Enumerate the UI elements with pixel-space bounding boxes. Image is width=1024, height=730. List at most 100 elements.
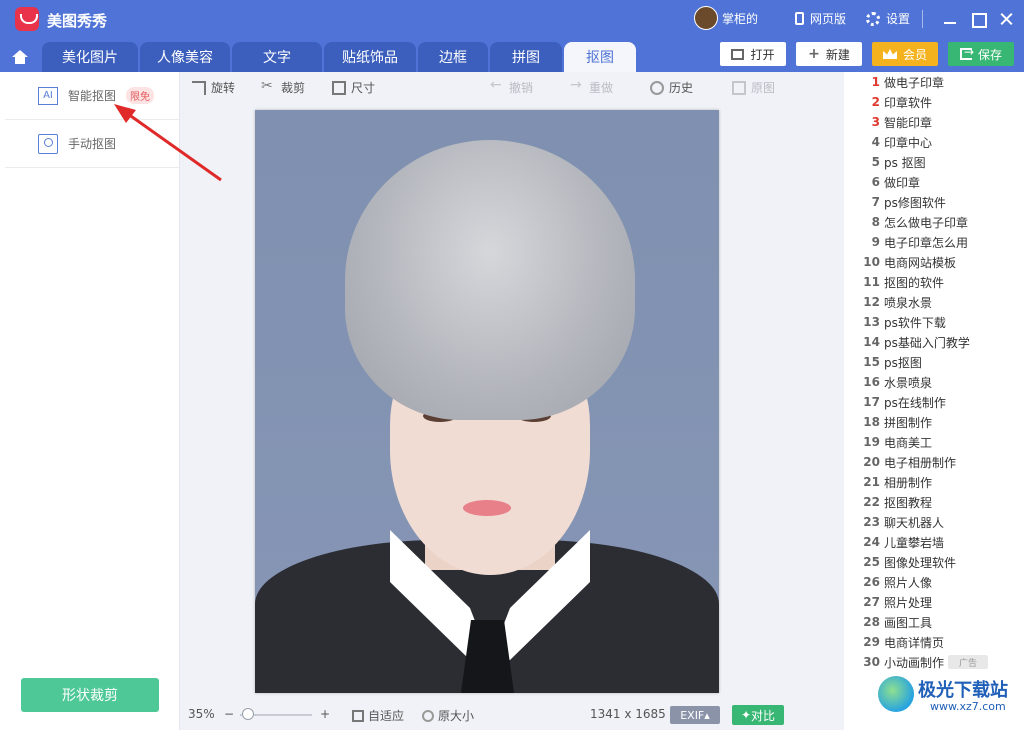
list-item[interactable]: 24 儿童攀岩墙 <box>844 532 1024 552</box>
zoom-slider-handle[interactable] <box>242 708 254 720</box>
compare-button[interactable]: ✦ 对比 <box>732 705 784 725</box>
list-item-label: 电商美工 <box>884 435 933 450</box>
list-item-label: 画图工具 <box>884 615 933 630</box>
list-item[interactable]: 18 拼图制作 <box>844 412 1024 432</box>
export-icon <box>959 45 974 60</box>
list-item[interactable]: 28 画图工具 <box>844 612 1024 632</box>
vip-button[interactable]: 会员 <box>872 42 938 66</box>
list-item[interactable]: 11 抠图的软件 <box>844 272 1024 292</box>
list-item-label: 电商详情页 <box>884 635 945 650</box>
tab-collage[interactable]: 拼图 <box>490 42 562 72</box>
list-item[interactable]: 6 做印章 <box>844 172 1024 192</box>
list-item-number: 18 <box>863 415 880 429</box>
photo-hair <box>345 140 635 420</box>
list-item[interactable]: 14 ps基础入门教学 <box>844 332 1024 352</box>
undo-button[interactable]: 撤销 <box>490 77 534 96</box>
list-item-label: 水景喷泉 <box>884 375 933 390</box>
history-button[interactable]: 历史 <box>650 79 693 96</box>
list-item[interactable]: 21 相册制作 <box>844 472 1024 492</box>
list-item-number: 23 <box>863 515 880 529</box>
list-item-number: 16 <box>863 375 880 389</box>
list-item[interactable]: 3 智能印章 <box>844 112 1024 132</box>
exif-button[interactable]: EXIF ▴ <box>670 706 720 724</box>
zoom-in-button[interactable]: + <box>320 707 330 721</box>
list-item-number: 17 <box>863 395 880 409</box>
list-item[interactable]: 30 小动画制作 <box>844 652 1024 672</box>
list-item[interactable]: 20 电子相册制作 <box>844 452 1024 472</box>
list-item-number: 8 <box>871 215 880 229</box>
list-item[interactable]: 1 做电子印章 <box>844 72 1024 92</box>
list-item-number: 2 <box>871 95 880 109</box>
save-label: 保存 <box>977 47 1002 62</box>
tab-text[interactable]: 文字 <box>232 42 322 72</box>
title-bar: 美图秀秀 掌柜的 网页版 设置 <box>0 0 1024 38</box>
settings-button[interactable]: 设置 <box>866 10 910 27</box>
image-icon <box>732 80 746 95</box>
rotate-icon <box>192 80 206 95</box>
list-item[interactable]: 16 水景喷泉 <box>844 372 1024 392</box>
list-item[interactable]: 4 印章中心 <box>844 132 1024 152</box>
list-item-label: 电子相册制作 <box>884 455 957 470</box>
list-item-label: 小动画制作 <box>884 655 945 670</box>
list-item[interactable]: 5 ps 抠图 <box>844 152 1024 172</box>
list-item[interactable]: 15 ps抠图 <box>844 352 1024 372</box>
smart-cutout-button[interactable]: AI 智能抠图 限免 <box>5 72 179 120</box>
maximize-icon[interactable] <box>969 10 987 28</box>
list-item[interactable]: 23 聊天机器人 <box>844 512 1024 532</box>
list-item[interactable]: 25 图像处理软件 <box>844 552 1024 572</box>
list-item[interactable]: 7 ps修图软件 <box>844 192 1024 212</box>
minimize-icon[interactable] <box>941 10 959 28</box>
web-version-button[interactable]: 网页版 <box>795 10 846 27</box>
open-button[interactable]: 打开 <box>720 42 786 66</box>
list-item[interactable]: 29 电商详情页 <box>844 632 1024 652</box>
photo-canvas[interactable] <box>255 110 719 693</box>
avatar[interactable] <box>694 6 718 30</box>
list-item[interactable]: 12 喷泉水景 <box>844 292 1024 312</box>
original-button[interactable]: 原图 <box>732 79 775 96</box>
user-account[interactable]: 掌柜的 <box>694 6 758 30</box>
list-item-label: 电商网站模板 <box>884 255 957 270</box>
user-name[interactable]: 掌柜的 <box>722 10 758 27</box>
history-label: 历史 <box>669 81 694 95</box>
list-item[interactable]: 2 印章软件 <box>844 92 1024 112</box>
close-icon[interactable] <box>997 10 1015 28</box>
nav-bar: 美化图片 人像美容 文字 贴纸饰品 边框 拼图 抠图 <box>0 38 1024 72</box>
tab-beautify[interactable]: 美化图片 <box>42 42 138 72</box>
list-item[interactable]: 10 电商网站模板 <box>844 252 1024 272</box>
tab-portrait[interactable]: 人像美容 <box>140 42 230 72</box>
redo-button[interactable]: 重做 <box>570 77 613 96</box>
shape-crop-button[interactable]: 形状裁剪 <box>21 678 159 712</box>
tab-stickers[interactable]: 贴纸饰品 <box>324 42 416 72</box>
size-button[interactable]: 尺寸 <box>332 79 375 96</box>
save-button[interactable]: 保存 <box>948 42 1014 66</box>
app-logo-icon <box>15 7 39 31</box>
crop-button[interactable]: 裁剪 <box>261 78 305 96</box>
list-item-label: ps抠图 <box>884 355 922 370</box>
zoom-out-button[interactable]: − <box>224 707 234 721</box>
list-item[interactable]: 27 照片处理 <box>844 592 1024 612</box>
list-item[interactable]: 19 电商美工 <box>844 432 1024 452</box>
image-dimensions: 1341 x 1685 <box>590 707 666 721</box>
person-icon <box>38 133 58 154</box>
rotate-button[interactable]: 旋转 <box>192 79 235 96</box>
new-button[interactable]: + 新建 <box>796 42 862 66</box>
actual-size-button[interactable]: 原大小 <box>422 707 474 724</box>
list-item[interactable]: 26 照片人像 <box>844 572 1024 592</box>
list-item[interactable]: 22 抠图教程 <box>844 492 1024 512</box>
photo-lips <box>463 500 511 516</box>
list-item[interactable]: 8 怎么做电子印章 <box>844 212 1024 232</box>
edit-toolbar: 旋转 裁剪 尺寸 撤销 重做 历史 原图 <box>180 72 844 102</box>
tab-cutout[interactable]: 抠图 <box>564 42 636 72</box>
home-button[interactable] <box>0 42 40 72</box>
tab-border[interactable]: 边框 <box>418 42 488 72</box>
manual-cutout-button[interactable]: 手动抠图 <box>5 120 179 168</box>
list-item-number: 21 <box>863 475 880 489</box>
list-item[interactable]: 13 ps软件下载 <box>844 312 1024 332</box>
image-icon <box>731 48 745 60</box>
list-item[interactable]: 9 电子印章怎么用 <box>844 232 1024 252</box>
list-item-number: 25 <box>863 555 880 569</box>
list-item-label: 电子印章怎么用 <box>884 235 969 250</box>
fit-button[interactable]: 自适应 <box>352 707 404 724</box>
undo-label: 撤销 <box>509 81 534 95</box>
list-item[interactable]: 17 ps在线制作 <box>844 392 1024 412</box>
